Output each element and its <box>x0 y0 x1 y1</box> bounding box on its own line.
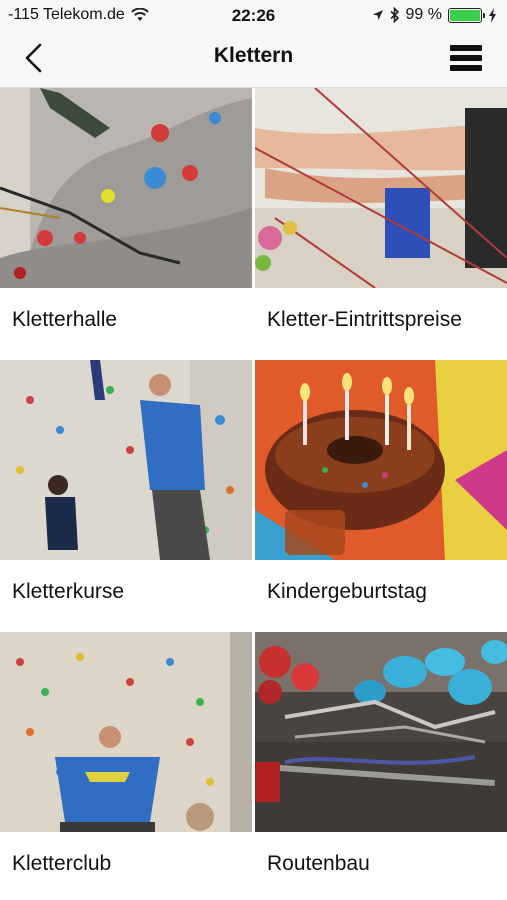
tile-routenbau[interactable]: Routenbau <box>255 632 507 900</box>
status-bar: -115 Telekom.de 22:26 99 % <box>0 0 507 30</box>
tile-kletterkurse[interactable]: Kletterkurse <box>0 360 252 630</box>
climbing-course-photo <box>0 360 252 560</box>
tile-label: Kletterclub <box>12 852 112 875</box>
charging-icon <box>489 7 496 23</box>
hamburger-menu-icon <box>450 45 482 71</box>
climbing-wall-photo <box>0 88 252 288</box>
tile-label: Kletter-Eintrittspreise <box>267 308 462 331</box>
tile-kletterhalle[interactable]: Kletterhalle <box>0 88 252 358</box>
navigation-bar: Klettern <box>0 30 507 88</box>
bluetooth-icon <box>389 7 399 23</box>
battery-level <box>450 9 480 21</box>
battery-percent: 99 % <box>405 6 442 23</box>
page-title: Klettern <box>213 44 294 67</box>
rope-belay-photo <box>255 88 507 288</box>
route-setting-holds-photo <box>255 632 507 832</box>
birthday-cake-photo <box>255 360 507 560</box>
tile-kindergeburtstag[interactable]: Kindergeburtstag <box>255 360 507 630</box>
tile-label: Kletterhalle <box>12 308 118 331</box>
tile-label: Kletterkurse <box>12 580 125 603</box>
climbing-club-photo <box>0 632 252 832</box>
tile-label: Kindergeburtstag <box>267 580 427 603</box>
status-right: 99 % <box>372 6 497 24</box>
battery-icon <box>448 7 485 23</box>
tile-label: Routenbau <box>267 852 370 875</box>
location-icon <box>372 10 383 20</box>
tile-kletterclub[interactable]: Kletterclub <box>0 632 252 900</box>
menu-button[interactable] <box>449 44 483 72</box>
tile-kletter-eintrittspreise[interactable]: Kletter-Eintrittspreise <box>255 88 507 358</box>
